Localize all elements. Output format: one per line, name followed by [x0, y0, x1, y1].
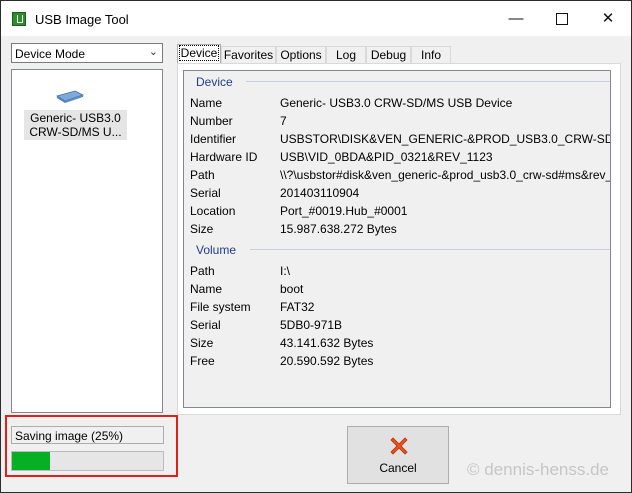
cancel-button-label: Cancel: [379, 461, 417, 475]
maximize-button[interactable]: [539, 1, 585, 36]
volume-path-value: I:\: [280, 264, 291, 278]
device-number-key: Number: [190, 114, 233, 128]
volume-path-key: Path: [190, 264, 215, 278]
device-location-key: Location: [190, 204, 236, 218]
window-title: USB Image Tool: [35, 12, 129, 27]
volume-name-value: boot: [280, 282, 304, 296]
close-button[interactable]: ✕: [585, 1, 631, 36]
cancel-x-icon: [390, 437, 408, 455]
device-details-panel: Device Name Generic- USB3.0 CRW-SD/MS US…: [183, 70, 611, 408]
device-hardware-id-key: Hardware ID: [190, 150, 258, 164]
volume-size-value: 43.141.632 Bytes: [280, 336, 374, 350]
volume-file-system-value: FAT32: [280, 300, 315, 314]
tab-info[interactable]: Info: [411, 46, 451, 64]
device-number-value: 7: [280, 114, 287, 128]
tab-favorites[interactable]: Favorites: [221, 46, 276, 64]
tab-log[interactable]: Log: [326, 46, 366, 64]
usb-image-tool-icon: [12, 12, 26, 26]
tab-device[interactable]: Device: [177, 44, 221, 65]
watermark: © dennis-henss.de: [467, 460, 610, 479]
volume-file-system-key: File system: [190, 300, 251, 314]
device-location-value: Port_#0019.Hub_#0001: [280, 204, 408, 218]
device-list[interactable]: Generic- USB3.0 CRW-SD/MS U...: [11, 69, 163, 413]
device-serial-value: 201403110904: [280, 186, 360, 200]
tab-debug[interactable]: Debug: [366, 46, 411, 64]
device-path-value: \\?\usbstor#disk&ven_generic-&prod_usb3.…: [280, 168, 611, 182]
title-bar: USB Image Tool — ✕: [1, 1, 631, 36]
device-section-line: [246, 81, 610, 82]
app-window: USB Image Tool — ✕ Device Mode ⌄ Generic…: [0, 0, 632, 493]
tab-device-label: Device: [178, 45, 220, 61]
chevron-down-icon: ⌄: [148, 46, 158, 58]
volume-free-value: 20.590.592 Bytes: [280, 354, 374, 368]
usb-drive-icon: [56, 90, 85, 103]
device-size-value: 15.987.638.272 Bytes: [280, 222, 397, 236]
status-highlight-frame: [5, 415, 178, 477]
volume-section-line: [250, 249, 610, 250]
volume-serial-value: 5DB0-971B: [280, 318, 343, 332]
maximize-icon: [556, 13, 568, 26]
volume-name-key: Name: [190, 282, 223, 296]
device-hardware-id-value: USB\VID_0BDA&PID_0321&REV_1123: [280, 150, 493, 164]
device-name-value: Generic- USB3.0 CRW-SD/MS USB Device: [280, 96, 513, 110]
volume-serial-key: Serial: [190, 318, 221, 332]
device-name-key: Name: [190, 96, 223, 110]
cancel-button[interactable]: Cancel: [347, 426, 449, 484]
device-identifier-value: USBSTOR\DISK&VEN_GENERIC-&PROD_USB3.0_CR…: [280, 132, 610, 146]
minimize-button[interactable]: —: [493, 1, 539, 36]
device-identifier-key: Identifier: [190, 132, 237, 146]
tab-options[interactable]: Options: [276, 46, 326, 64]
device-section-header: Device: [196, 75, 233, 89]
volume-size-key: Size: [190, 336, 214, 350]
mode-select-value: Device Mode: [15, 47, 86, 61]
mode-select[interactable]: Device Mode ⌄: [11, 43, 163, 63]
device-serial-key: Serial: [190, 186, 221, 200]
device-list-item[interactable]: Generic- USB3.0 CRW-SD/MS U...: [24, 110, 127, 140]
device-size-key: Size: [190, 222, 214, 236]
device-path-key: Path: [190, 168, 215, 182]
volume-section-header: Volume: [196, 243, 237, 257]
volume-free-key: Free: [190, 354, 215, 368]
